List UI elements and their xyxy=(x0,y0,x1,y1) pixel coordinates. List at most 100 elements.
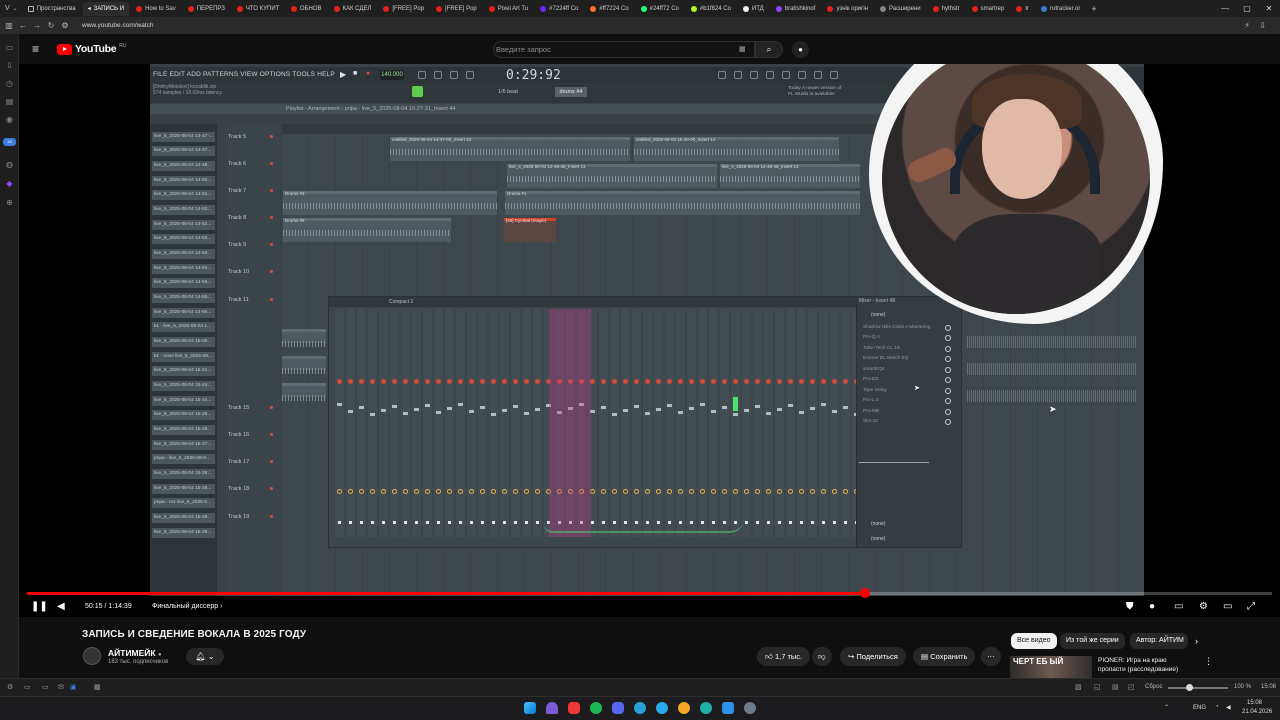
channel-name[interactable]: АЙТИМЕЙК ● xyxy=(108,648,162,658)
tab[interactable]: ИТД xyxy=(738,2,769,16)
close-icon[interactable]: ✕ xyxy=(1258,0,1280,17)
download-icon[interactable]: ⇩ xyxy=(1259,21,1266,30)
zoom-slider[interactable] xyxy=(1168,684,1228,691)
history-icon[interactable]: ◷ xyxy=(5,79,14,88)
reader-icon[interactable]: ◰ xyxy=(1128,683,1135,691)
theater-mode-icon[interactable]: ▭ xyxy=(1223,601,1232,613)
progress-scrubber[interactable] xyxy=(859,588,870,598)
spotify-icon[interactable] xyxy=(590,702,602,714)
tab[interactable]: #ff7224 Co xyxy=(585,2,633,16)
back-icon[interactable]: ← xyxy=(16,21,30,30)
web-panel-icon[interactable]: ◍ xyxy=(5,160,14,169)
tab[interactable]: КАК СДЕЛ xyxy=(329,2,377,16)
youtube-logo[interactable]: YouTube RU xyxy=(57,43,127,55)
tab[interactable]: ПЕРЕПРЗ xyxy=(183,2,230,16)
voice-search-button[interactable]: ● xyxy=(792,41,809,58)
badge-icon[interactable]: 15 xyxy=(3,138,16,146)
settings-app-icon[interactable] xyxy=(744,702,756,714)
site-info-icon[interactable]: ⚙ xyxy=(58,21,72,30)
edge-icon[interactable] xyxy=(700,702,712,714)
tab[interactable]: [FREE] Pop xyxy=(431,2,482,16)
notes-icon[interactable]: ▤ xyxy=(5,97,14,106)
pause-icon[interactable]: ❚❚ xyxy=(31,601,48,613)
tab-spaces[interactable]: Пространства xyxy=(23,2,81,16)
fl-studio-icon[interactable] xyxy=(678,702,690,714)
tab-current-video[interactable]: ◂ ЗАПИСЬ И xyxy=(82,1,130,16)
recommendation-menu-icon[interactable]: ⋮ xyxy=(1204,656,1213,667)
chips-next-icon[interactable]: › xyxy=(1195,636,1198,646)
vscode-icon[interactable] xyxy=(722,702,734,714)
discord-icon[interactable] xyxy=(612,702,624,714)
window-icon[interactable]: ▭ xyxy=(42,683,49,691)
tiling-icon[interactable]: ▤ xyxy=(1112,683,1119,691)
volume-icon[interactable]: ◀ xyxy=(57,601,65,613)
chapter-title[interactable]: Финальный диссерр › xyxy=(152,603,222,610)
sidebar-toggle-icon[interactable]: ▥ xyxy=(2,21,16,30)
tray-arrow-icon[interactable]: ⌃ xyxy=(1164,704,1169,711)
tab[interactable]: Pixel Art Tu xyxy=(484,2,533,16)
forward-icon[interactable]: → xyxy=(30,21,44,30)
page-actions-icon[interactable]: ◱ xyxy=(1094,683,1101,691)
like-button[interactable]: 👍︎ 1,7 тыс. xyxy=(757,647,811,666)
tab[interactable]: #24ff72 Co xyxy=(636,2,684,16)
video-player[interactable]: FILE EDIT ADD PATTERNS VIEW OPTIONS TOOL… xyxy=(19,64,1280,617)
extensions-icon[interactable]: ⚡ xyxy=(1244,21,1250,30)
add-panel-icon[interactable]: ⊕ xyxy=(5,198,14,207)
tab[interactable]: #b1f824 Co xyxy=(686,2,736,16)
keyboard-icon[interactable]: ▦ xyxy=(739,45,746,53)
menu-icon[interactable]: ≡ xyxy=(32,43,39,55)
more-actions-button[interactable]: ⋯ xyxy=(981,647,1001,666)
subscribe-bell-button[interactable]: 🔔︎ ⌄ xyxy=(186,648,224,665)
url-field[interactable]: www.youtube.com/watch xyxy=(82,22,154,29)
browser-menu-icon[interactable]: V xyxy=(5,5,10,12)
tab[interactable]: hythstr xyxy=(928,2,965,16)
panel-toggle-icon[interactable]: ⚙ xyxy=(7,683,13,691)
toggle-icon[interactable]: ● xyxy=(1149,601,1155,613)
search-input[interactable]: Введите запрос xyxy=(493,41,755,58)
subtitles-icon[interactable]: ▭ xyxy=(1174,601,1183,613)
chip-same-series[interactable]: Из той же серии xyxy=(1060,633,1125,649)
reload-icon[interactable]: ↻ xyxy=(44,21,58,30)
language-indicator[interactable]: ENG xyxy=(1193,705,1206,711)
share-button[interactable]: ↪ Поделиться xyxy=(840,647,906,666)
maximize-icon[interactable]: ▢ xyxy=(1236,0,1258,17)
tab[interactable]: smartrep xyxy=(967,2,1010,16)
zoom-reset[interactable]: Сброс xyxy=(1145,684,1162,690)
tiles-icon[interactable]: ▭ xyxy=(24,683,31,691)
tab[interactable]: [FREE] Pop xyxy=(378,2,429,16)
reading-list-icon[interactable]: ◉ xyxy=(5,115,14,124)
recommendation-thumbnail[interactable]: ЧЕРТ ЕБ ЫЙ xyxy=(1010,656,1092,678)
settings-icon[interactable]: ⚙ xyxy=(1199,601,1208,613)
downloads-icon[interactable]: ⇩ xyxy=(5,61,14,70)
tab[interactable]: bratishkinof xyxy=(771,2,821,16)
chip-all-videos[interactable]: Все видео xyxy=(1011,633,1057,649)
image-toggle-icon[interactable]: ▨ xyxy=(1075,683,1082,691)
tab[interactable]: How to Sav xyxy=(131,2,181,16)
save-button[interactable]: ▤ Сохранить xyxy=(913,647,976,666)
tabs-dropdown-icon[interactable]: ⌄ xyxy=(13,5,18,12)
bookmarks-icon[interactable]: ▭ xyxy=(5,43,14,52)
tab[interactable]: Расширени xyxy=(875,2,926,16)
clock-icon[interactable]: ▦ xyxy=(94,683,101,691)
twitch-panel-icon[interactable]: ◆ xyxy=(5,179,14,188)
obsidian-icon[interactable] xyxy=(546,702,558,714)
dislike-button[interactable]: 👎︎ xyxy=(812,647,832,666)
channel-avatar[interactable] xyxy=(83,647,101,665)
zoom-slider-knob[interactable] xyxy=(1186,684,1193,691)
progress-bar[interactable] xyxy=(27,588,1272,598)
vivaldi-icon[interactable] xyxy=(568,702,580,714)
fullscreen-icon[interactable]: ⤢ xyxy=(1247,601,1255,613)
telegram-icon[interactable] xyxy=(656,702,668,714)
autoplay-icon[interactable]: ⛊ xyxy=(1126,601,1134,613)
search-button[interactable]: ⌕ xyxy=(755,41,783,58)
tab[interactable]: tr xyxy=(1011,2,1034,16)
tab[interactable]: ОБНОВ xyxy=(286,2,327,16)
sound-icon[interactable]: ◀ xyxy=(1226,704,1231,711)
tab[interactable]: #7224ff Co xyxy=(535,2,583,16)
chip-from-author[interactable]: Автор: АЙТИМ xyxy=(1130,633,1188,649)
new-tab-icon[interactable]: + xyxy=(1091,4,1096,14)
tab[interactable]: rutracker.or xyxy=(1036,2,1085,16)
app-icon[interactable] xyxy=(634,702,646,714)
tab[interactable]: ЧТО КУПИТ xyxy=(232,2,284,16)
windows-start-icon[interactable] xyxy=(524,702,536,714)
